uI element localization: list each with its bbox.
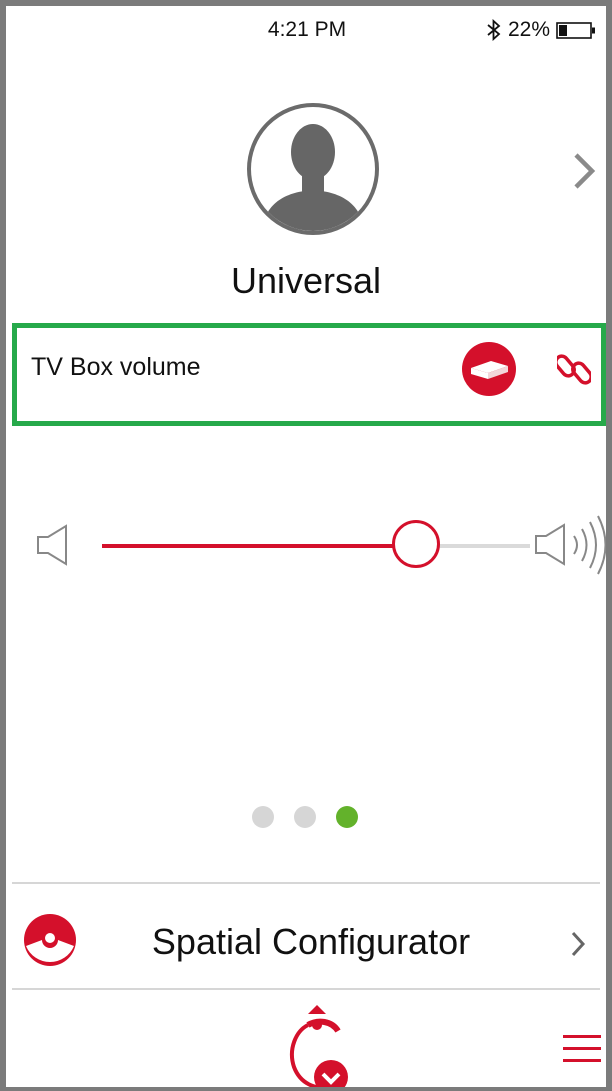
link-icon[interactable] <box>557 351 591 387</box>
avatar-silhouette-icon[interactable] <box>246 102 380 236</box>
app-logo-icon[interactable] <box>278 1001 356 1091</box>
volume-slider[interactable] <box>102 519 530 573</box>
profile-next-chevron-icon[interactable] <box>572 151 596 191</box>
divider-top <box>12 882 600 884</box>
spatial-configurator-row[interactable]: Spatial Configurator <box>12 890 600 994</box>
volume-slider-thumb[interactable] <box>391 520 440 568</box>
app-screen: 4:21 PM 22% Universal TV Box volume Spat… <box>0 0 612 1091</box>
battery-icon <box>556 21 595 39</box>
battery-percent: 22% <box>507 18 550 41</box>
volume-low-icon <box>37 524 67 566</box>
status-bar-right: 22% <box>486 18 596 42</box>
volume-source-label: TV Box volume <box>31 353 201 381</box>
page-dot[interactable] <box>293 806 316 828</box>
volume-slider-fill <box>102 544 419 548</box>
bluetooth-icon <box>487 19 501 41</box>
page-dot[interactable] <box>251 806 274 828</box>
divider-bottom <box>12 988 600 990</box>
volume-high-icon <box>535 515 606 575</box>
tv-box-icon[interactable] <box>461 341 517 397</box>
hamburger-menu-icon[interactable] <box>561 1031 603 1067</box>
spatial-configurator-label: Spatial Configurator <box>151 921 471 962</box>
spatial-configurator-chevron-icon <box>571 931 586 957</box>
page-dot[interactable] <box>335 806 358 828</box>
profile-name: Universal <box>230 260 382 301</box>
page-indicator <box>6 806 606 828</box>
